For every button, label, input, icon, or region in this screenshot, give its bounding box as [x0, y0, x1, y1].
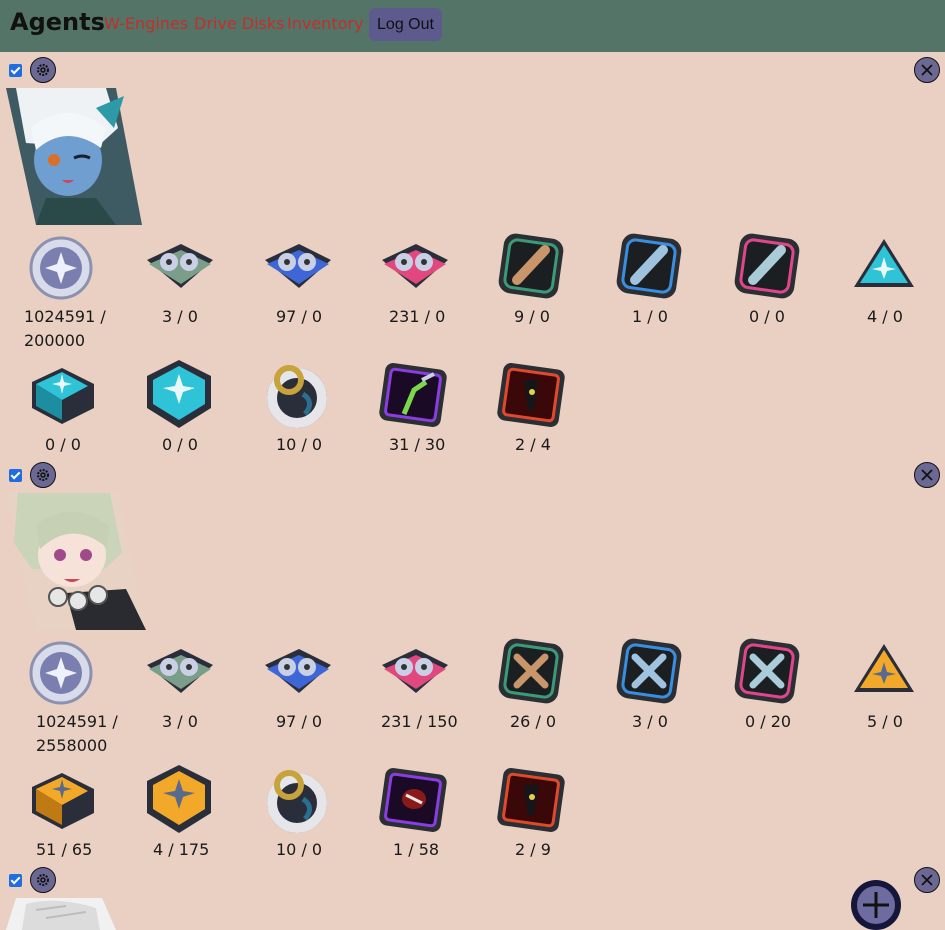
close-icon — [921, 469, 933, 481]
material-count: 231 / 0 — [389, 307, 446, 326]
material-box-orange-icon — [26, 767, 98, 839]
material-count: 1 / 58 — [393, 840, 440, 859]
material-count: 9 / 0 — [514, 307, 550, 326]
material-tape-pink-icon — [376, 643, 452, 703]
material-count: 97 / 0 — [276, 712, 323, 731]
material-count: 26 / 0 — [510, 712, 557, 731]
logout-button[interactable]: Log Out — [369, 8, 442, 41]
material-boss-b-icon — [494, 765, 568, 839]
material-dennies-coin-icon — [28, 235, 94, 305]
plus-icon — [863, 892, 889, 918]
material-chip-green-icon — [495, 635, 567, 711]
page-title: Agents — [10, 8, 105, 36]
material-count: 4 / 175 — [153, 840, 210, 859]
gear-icon — [37, 874, 49, 886]
material-count: 4 / 0 — [867, 307, 903, 326]
agent-1-checkbox[interactable] — [9, 64, 22, 77]
material-tape-green-icon — [141, 643, 217, 703]
material-count: 1024591 /2558000 — [36, 712, 118, 755]
material-count: 231 / 150 — [381, 712, 458, 731]
material-boss-a-icon — [376, 360, 450, 434]
material-box-cyan-icon — [26, 362, 98, 434]
material-chip-pink-icon — [731, 230, 803, 306]
material-chip-pink-icon — [731, 635, 803, 711]
material-count: 3 / 0 — [632, 712, 668, 731]
material-count: 0 / 0 — [162, 435, 198, 454]
material-triangle-orange-icon — [852, 640, 916, 708]
close-icon — [921, 874, 933, 886]
material-count: 1 / 0 — [632, 307, 668, 326]
material-ring-icon — [259, 358, 335, 438]
material-count: 5 / 0 — [867, 712, 903, 731]
material-hex-cyan-icon — [141, 356, 217, 436]
gear-icon — [37, 64, 49, 76]
material-count: 0 / 20 — [745, 712, 792, 731]
material-count: 10 / 0 — [276, 435, 323, 454]
material-boss-c-icon — [376, 765, 450, 839]
material-count: 31 / 30 — [389, 435, 446, 454]
material-count: 3 / 0 — [162, 307, 198, 326]
agent-3-portrait — [6, 898, 116, 930]
material-tape-green-icon — [141, 238, 217, 298]
agent-2-remove-button[interactable] — [914, 462, 940, 488]
nav-link-w-engines[interactable]: W-Engines — [104, 14, 188, 33]
material-tape-pink-icon — [376, 238, 452, 298]
material-dennies-coin-icon — [28, 640, 94, 710]
agent-2-settings-button[interactable] — [30, 462, 56, 488]
material-tape-blue-icon — [259, 643, 335, 703]
material-chip-blue-icon — [613, 635, 685, 711]
material-triangle-cyan-icon — [852, 235, 916, 303]
material-count: 51 / 65 — [36, 840, 93, 859]
material-count: 2 / 9 — [515, 840, 551, 859]
material-ring-icon — [259, 763, 335, 843]
close-icon — [921, 64, 933, 76]
agent-3-remove-button[interactable] — [914, 867, 940, 893]
material-boss-b-icon — [494, 360, 568, 434]
agent-3-checkbox[interactable] — [9, 874, 22, 887]
agent-1-remove-button[interactable] — [914, 57, 940, 83]
material-count: 0 / 0 — [749, 307, 785, 326]
nav-link-drive-disks[interactable]: Drive Disks — [194, 14, 284, 33]
material-count: 0 / 0 — [45, 435, 81, 454]
material-count: 10 / 0 — [276, 840, 323, 859]
material-count: 1024591 /200000 — [24, 307, 106, 350]
gear-icon — [37, 469, 49, 481]
agent-2-checkbox[interactable] — [9, 469, 22, 482]
material-hex-orange-icon — [141, 761, 217, 841]
material-chip-green-icon — [495, 230, 567, 306]
add-agent-button[interactable] — [851, 880, 901, 930]
material-count: 2 / 4 — [515, 435, 551, 454]
material-count: 3 / 0 — [162, 712, 198, 731]
nav-link-inventory[interactable]: Inventory — [287, 14, 363, 33]
agent-3-settings-button[interactable] — [30, 867, 56, 893]
agent-1-settings-button[interactable] — [30, 57, 56, 83]
material-count: 97 / 0 — [276, 307, 323, 326]
material-chip-blue-icon — [613, 230, 685, 306]
agent-1-portrait — [6, 88, 142, 225]
agent-2-portrait — [6, 493, 146, 630]
material-tape-blue-icon — [259, 238, 335, 298]
